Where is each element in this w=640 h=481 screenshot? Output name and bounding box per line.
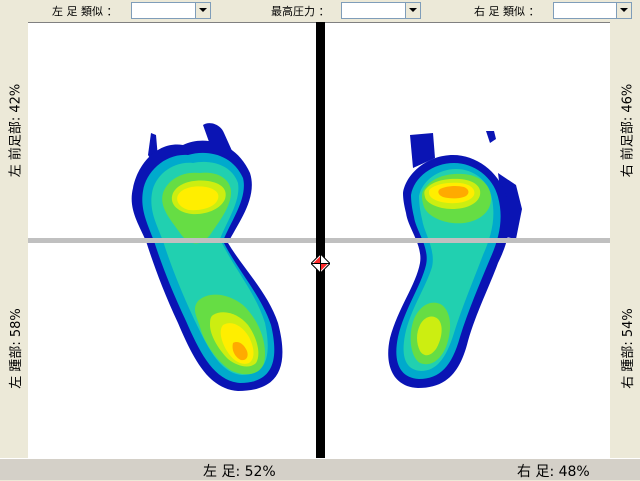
right-foot-type-select[interactable]: [553, 2, 632, 19]
left-forefoot-percentage: 左 前足部: 42%: [0, 22, 28, 238]
vertical-divider-line[interactable]: [316, 22, 325, 458]
chevron-down-icon: [199, 8, 207, 12]
center-of-pressure-icon[interactable]: [311, 254, 330, 273]
max-pressure-dropdown-button[interactable]: [405, 3, 420, 18]
left-foot-heatmap: [131, 123, 283, 391]
left-foot-type-select[interactable]: [131, 2, 211, 19]
right-foot-type-label: 右 足 類似 ：: [474, 5, 540, 18]
right-foot-type-dropdown-button[interactable]: [616, 3, 631, 18]
top-toolbar: 左 足 類似 ： 最高圧力 ： 右 足 類似 ：: [0, 0, 640, 22]
right-foot-heatmap: [388, 131, 522, 388]
right-heel-label: 右 踵部: 54%: [620, 307, 636, 389]
right-foot-percentage: 右 足: 48%: [517, 464, 590, 480]
max-pressure-label: 最高圧力 ：: [271, 5, 330, 18]
left-foot-type-dropdown-button[interactable]: [195, 3, 210, 18]
right-heel-percentage: 右 踵部: 54%: [612, 238, 640, 458]
chevron-down-icon: [620, 8, 628, 12]
max-pressure-select[interactable]: [341, 2, 421, 19]
left-foot-type-label: 左 足 類似 ：: [52, 5, 118, 18]
right-side-panel: 右 前足部: 46% 右 踵部: 54%: [612, 22, 640, 458]
bottom-status-bar: 左 足: 52% 右 足: 48%: [0, 458, 640, 480]
chevron-down-icon: [409, 8, 417, 12]
left-forefoot-label: 左 前足部: 42%: [8, 83, 24, 177]
left-heel-percentage: 左 踵部: 58%: [0, 238, 28, 458]
left-side-panel: 左 前足部: 42% 左 踵部: 58%: [0, 22, 28, 458]
left-foot-percentage: 左 足: 52%: [203, 464, 276, 480]
left-heel-label: 左 踵部: 58%: [8, 307, 24, 389]
right-forefoot-percentage: 右 前足部: 46%: [612, 22, 640, 238]
right-forefoot-label: 右 前足部: 46%: [620, 83, 636, 177]
